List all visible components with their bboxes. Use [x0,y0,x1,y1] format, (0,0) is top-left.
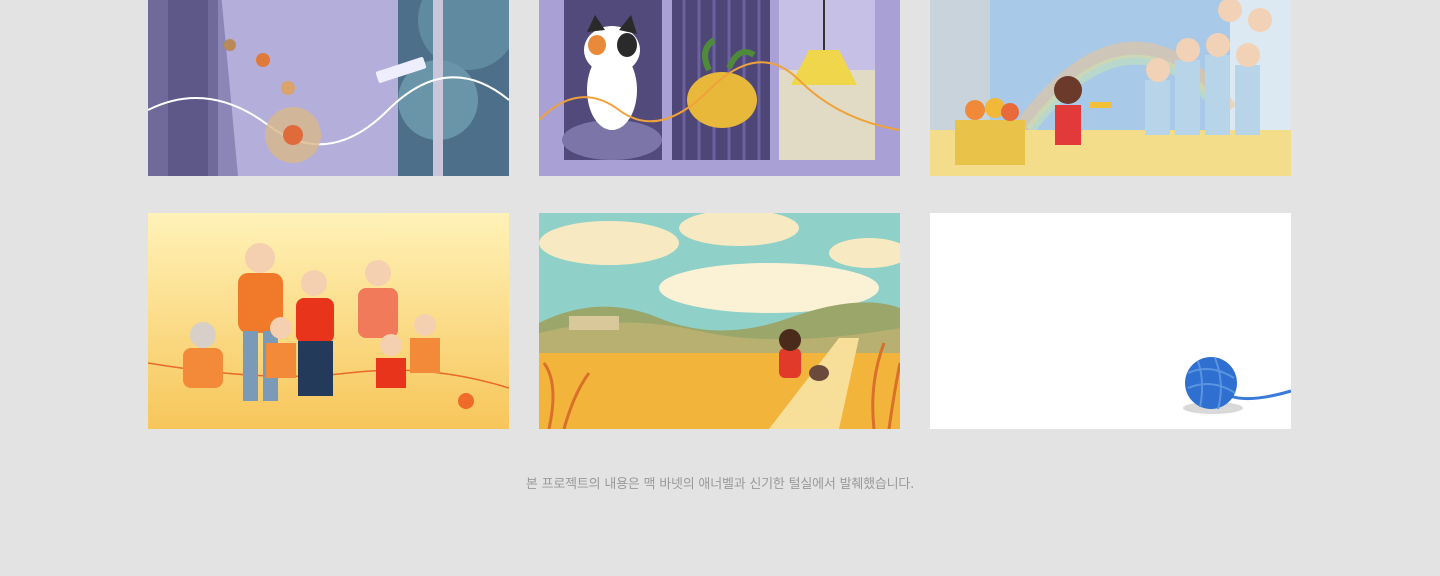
autumn-field-image [539,213,900,429]
rainbow-gift-image [930,0,1291,176]
illustration-autumn-field[interactable] [539,213,900,429]
illustration-family-sweaters[interactable] [148,213,509,429]
town-street-image [148,0,509,176]
illustration-cat-window[interactable] [539,0,900,176]
blue-yarn-image [930,213,1291,429]
illustration-rainbow-gift[interactable] [930,0,1291,176]
illustration-blue-yarn[interactable] [930,213,1291,429]
illustration-town-street[interactable] [148,0,509,176]
cat-window-image [539,0,900,176]
family-sweaters-image [148,213,509,429]
project-caption: 본 프로젝트의 내용은 맥 바넷의 애너벨과 신기한 털실에서 발췌했습니다. [525,477,915,492]
